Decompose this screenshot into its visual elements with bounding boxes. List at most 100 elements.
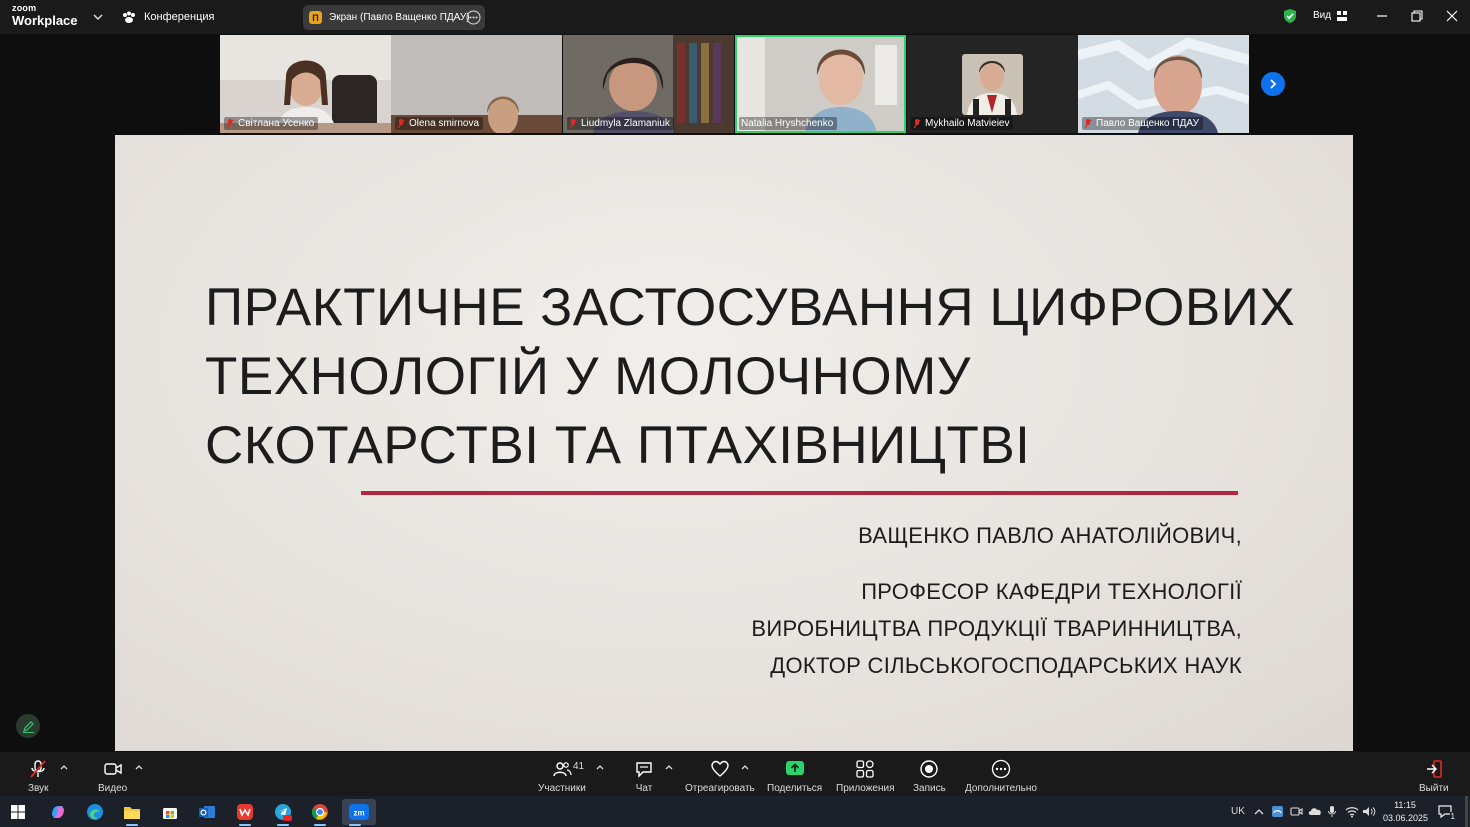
audio-label: Звук [28,783,49,794]
chat-options-caret-icon[interactable] [664,762,674,772]
heart-icon [711,760,729,777]
more-label: Дополнительно [965,783,1037,794]
participants-count: 41 [573,761,585,772]
meeting-info-button[interactable]: Конференция [122,9,214,25]
tray-overflow-chevron-icon[interactable] [1253,806,1265,818]
more-options-icon[interactable] [466,10,481,25]
show-desktop-button[interactable] [1465,796,1468,827]
slide-role-line: ВИРОБНИЦТВА ПРОДУКЦІЇ ТВАРИННИЦТВА, [751,616,1242,641]
leave-icon [1426,760,1442,778]
taskbar-telegram[interactable] [270,799,296,826]
participant-label: Mykhailo Matvieiev [911,117,1014,130]
participant-tile[interactable]: Павло Ващенко ПДАУ [1078,35,1249,133]
view-button[interactable]: Вид [1313,10,1348,21]
wps-office-icon [237,804,253,820]
slide-role-line: ДОКТОР СІЛЬСЬКОГОСПОДАРСЬКИХ НАУК [770,653,1242,678]
next-page-button[interactable] [1261,72,1285,96]
language-label: UK [1231,806,1245,817]
record-icon [920,760,939,778]
taskbar-edge[interactable] [82,799,108,825]
edge-icon [87,804,103,820]
language-indicator[interactable]: UK [1231,796,1245,827]
taskbar-outlook[interactable] [194,799,220,825]
audio-options-caret-icon[interactable] [59,762,69,772]
onedrive-icon[interactable] [1308,805,1322,818]
slide-title-line: ПРАКТИЧНЕ ЗАСТОСУВАННЯ ЦИФРОВИХ [205,278,1296,337]
chat-button[interactable]: Чат [634,759,654,794]
wifi-icon[interactable] [1345,805,1359,818]
telegram-icon [275,804,292,821]
more-button[interactable]: Дополнительно [965,759,1037,794]
system-clock[interactable]: 11:15 03.06.2025 [1383,799,1428,825]
video-button[interactable]: Видео [98,759,127,794]
muted-mic-icon [397,118,405,128]
participant-tile-active[interactable]: Natalia Hryshchenko [735,35,906,133]
participant-name: Liudmyla Zlamaniuk [581,118,670,129]
meeting-label: Конференция [144,11,215,23]
minimize-icon[interactable] [1374,8,1390,24]
sharer-avatar: П [309,11,322,24]
taskbar-wps[interactable] [232,799,258,826]
encryption-shield-icon[interactable] [1283,8,1297,24]
leave-label: Выйти [1419,783,1449,794]
cloud-sync-icon[interactable] [1271,805,1284,818]
taskbar-chrome[interactable] [307,799,333,826]
participant-label: Olena smirnova [395,117,484,130]
chat-icon [636,762,652,778]
slide-title-line: СКОТАРСТВІ ТА ПТАХІВНИЦТВІ [205,416,1031,475]
muted-mic-icon [569,118,577,128]
record-button[interactable]: Запись [913,759,946,794]
react-label: Отреагировать [685,783,755,794]
close-icon[interactable] [1444,8,1460,24]
react-options-caret-icon[interactable] [740,762,750,772]
start-button[interactable] [5,799,31,825]
clock-time: 11:15 [1394,800,1416,810]
os-taskbar: zm UK 11:15 03.06.2025 1 [0,796,1470,827]
participant-tile[interactable]: Liudmyla Zlamaniuk [563,35,734,133]
logo-big: Workplace [12,13,78,28]
slide-divider [361,491,1238,495]
taskbar-copilot[interactable] [45,799,71,825]
participant-label: Liudmyla Zlamaniuk [567,117,674,130]
pencil-icon [22,720,34,733]
share-button[interactable]: Поделиться [767,759,822,794]
participant-tile[interactable]: Olena smirnova [391,35,562,133]
video-options-caret-icon[interactable] [134,762,144,772]
participant-name: Olena smirnova [409,118,480,129]
shared-screen: ПРАКТИЧНЕ ЗАСТОСУВАННЯ ЦИФРОВИХ ТЕХНОЛОГ… [115,135,1353,751]
mic-muted-icon [30,760,46,778]
participant-label: Natalia Hryshchenko [739,117,838,130]
participant-tile[interactable]: Світлана Усенко [220,35,391,133]
taskbar-file-explorer[interactable] [119,799,145,826]
participant-name: Mykhailo Matvieiev [925,118,1010,129]
participant-name: Natalia Hryshchenko [741,118,834,129]
slide-role-line: ПРОФЕСОР КАФЕДРИ ТЕХНОЛОГІЇ [861,579,1242,604]
volume-icon[interactable] [1362,805,1376,818]
meeting-toolbar: Звук Видео Участники Чат Отреагировать П… [0,752,1470,796]
participant-tile[interactable]: Mykhailo Matvieiev [907,35,1078,133]
microphone-tray-icon[interactable] [1327,805,1337,818]
screen-share-indicator[interactable]: П Экран (Павло Ващенко ПДАУ) [303,5,485,30]
leave-button[interactable]: Выйти [1419,759,1449,794]
notification-count: 1 [1449,812,1456,821]
store-icon [163,808,177,819]
audio-button[interactable]: Звук [28,759,49,794]
chat-label: Чат [635,783,653,794]
chevron-down-icon[interactable] [92,11,104,23]
restore-icon[interactable] [1409,8,1425,24]
record-label: Запись [913,783,946,794]
annotate-button[interactable] [16,714,40,738]
folder-icon [124,807,140,819]
taskbar-zoom[interactable]: zm [342,799,376,826]
participants-options-caret-icon[interactable] [595,762,605,772]
taskbar-store[interactable] [157,799,183,825]
apps-button[interactable]: Приложения [836,759,895,794]
chevron-right-icon [1270,79,1277,89]
meet-now-icon[interactable] [1290,805,1303,818]
participant-label: Павло Ващенко ПДАУ [1082,117,1203,130]
slide-title: ПРАКТИЧНЕ ЗАСТОСУВАННЯ ЦИФРОВИХ ТЕХНОЛОГ… [205,273,1305,480]
svg-text:zm: zm [353,809,364,818]
logo-small: zoom [12,3,37,13]
share-label: Экран (Павло Ващенко ПДАУ) [329,12,470,23]
notifications-button[interactable]: 1 [1437,803,1456,821]
